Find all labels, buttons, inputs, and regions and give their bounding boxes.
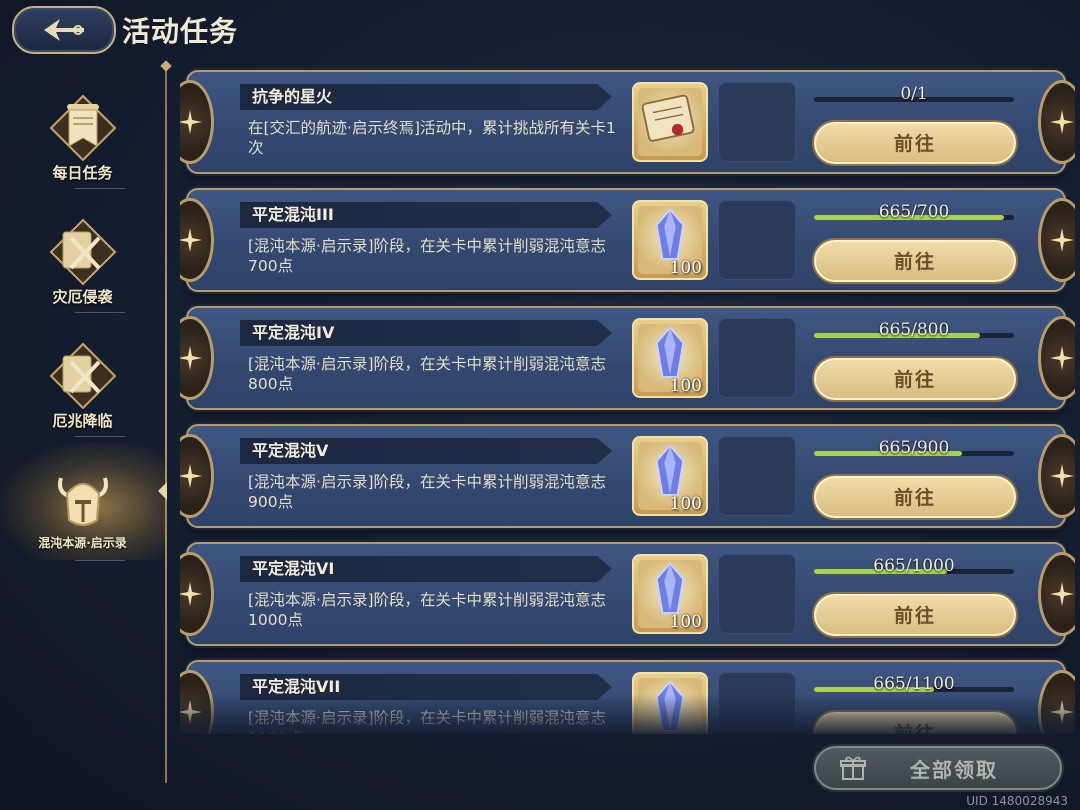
crossed-swords-scroll-icon [47, 340, 119, 412]
sidebar-item-label: 灾厄侵袭 [52, 288, 113, 306]
page-title: 活动任务 [122, 15, 239, 48]
sidebar-item-disaster-invasion[interactable]: 灾厄侵袭 [0, 194, 165, 312]
star-ornament-icon [180, 80, 214, 164]
claim-all-button[interactable]: 全部领取 [814, 746, 1062, 790]
reward-slot-empty [718, 200, 796, 280]
task-card: 平定混沌III [混沌本源·启示录]阶段，在关卡中累计削弱混沌意志700点 10… [180, 188, 1075, 292]
star-ornament-icon [1038, 198, 1075, 282]
task-name: 平定混沌III [240, 202, 612, 228]
star-ornament-icon [180, 670, 214, 734]
reward-item[interactable] [632, 82, 708, 162]
star-ornament-icon [180, 434, 214, 518]
star-ornament-icon [1038, 552, 1075, 636]
divider [75, 436, 125, 437]
sidebar-border [165, 68, 167, 783]
task-card: 平定混沌IV [混沌本源·启示录]阶段，在关卡中累计削弱混沌意志800点 100… [180, 306, 1075, 410]
task-description: 在[交汇的航迹·启示终焉]活动中，累计挑战所有关卡1次 [248, 119, 616, 157]
task-description: [混沌本源·启示录]阶段，在关卡中累计削弱混沌意志1100点 [248, 709, 607, 734]
task-name: 平定混沌VI [240, 556, 612, 582]
gift-icon [840, 756, 866, 780]
reward-count: 100 [669, 494, 702, 514]
go-button[interactable]: 前往 [814, 240, 1016, 282]
scroll-letter-icon [641, 94, 695, 142]
go-button[interactable]: 前往 [814, 122, 1016, 164]
crystal-icon [655, 680, 685, 732]
reward-item[interactable]: 100 [632, 436, 708, 516]
reward-slot-empty [718, 436, 796, 516]
reward-slot-empty [718, 672, 796, 734]
divider [75, 560, 125, 561]
reward-item[interactable]: 100 [632, 554, 708, 634]
progress-text: 665/1100 [873, 674, 955, 694]
divider [75, 312, 125, 313]
sidebar-item-chaos-origin[interactable]: 混沌本源·启示录 [0, 442, 165, 560]
sidebar-item-omen-arrival[interactable]: 厄兆降临 [0, 318, 165, 436]
claim-all-label: 全部领取 [910, 757, 998, 782]
star-ornament-icon [1038, 434, 1075, 518]
go-button[interactable]: 前往 [814, 594, 1016, 636]
divider [75, 188, 125, 189]
task-name: 平定混沌IV [240, 320, 612, 346]
reward-item[interactable]: 100 [632, 672, 708, 734]
task-card: 平定混沌VII [混沌本源·启示录]阶段，在关卡中累计削弱混沌意志1100点 1… [180, 660, 1075, 734]
go-button[interactable]: 前往 [814, 712, 1016, 734]
task-description: [混沌本源·启示录]阶段，在关卡中累计削弱混沌意志1000点 [248, 591, 607, 629]
reward-slot-empty [718, 318, 796, 398]
sidebar-item-label: 厄兆降临 [52, 412, 113, 430]
task-name: 平定混沌Ⅴ [240, 438, 612, 464]
star-ornament-icon [1038, 670, 1075, 734]
task-description: [混沌本源·启示录]阶段，在关卡中累计削弱混沌意志700点 [248, 237, 607, 275]
progress-text: 665/900 [878, 438, 950, 458]
task-list[interactable]: 抗争的星火 在[交汇的航迹·启示终焉]活动中，累计挑战所有关卡1次 0/1 前往… [180, 66, 1075, 734]
star-ornament-icon [180, 316, 214, 400]
star-ornament-icon [180, 198, 214, 282]
task-description: [混沌本源·启示录]阶段，在关卡中累计削弱混沌意志900点 [248, 473, 607, 511]
go-button[interactable]: 前往 [814, 358, 1016, 400]
reward-count: 100 [669, 376, 702, 396]
reward-slot-empty [718, 82, 796, 162]
progress-text: 0/1 [900, 84, 928, 104]
task-card: 平定混沌VI [混沌本源·启示录]阶段，在关卡中累计削弱混沌意志1000点 10… [180, 542, 1075, 646]
scroll-banner-icon [47, 92, 119, 164]
go-button[interactable]: 前往 [814, 476, 1016, 518]
task-name: 平定混沌VII [240, 674, 612, 700]
reward-count: 100 [670, 730, 702, 734]
sidebar-item-label: 每日任务 [52, 164, 113, 182]
active-indicator [158, 482, 167, 500]
progress-text: 665/700 [878, 202, 950, 222]
reward-count: 100 [669, 258, 702, 278]
sidebar: 每日任务 灾厄侵袭 厄兆降临 混沌本源·启示录 [0, 70, 170, 810]
sidebar-item-daily-tasks[interactable]: 每日任务 [0, 70, 165, 188]
reward-item[interactable]: 100 [632, 318, 708, 398]
uid-label: UID 1480028943 [966, 794, 1068, 808]
reward-count: 100 [669, 612, 702, 632]
task-card: 抗争的星火 在[交汇的航迹·启示终焉]活动中，累计挑战所有关卡1次 0/1 前往 [180, 70, 1075, 174]
progress-text: 665/1000 [873, 556, 955, 576]
sidebar-item-label: 混沌本源·启示录 [38, 536, 127, 550]
star-ornament-icon [180, 552, 214, 636]
task-description: [混沌本源·启示录]阶段，在关卡中累计削弱混沌意志800点 [248, 355, 607, 393]
crossed-swords-scroll-icon [47, 216, 119, 288]
reward-item[interactable]: 100 [632, 200, 708, 280]
task-card: 平定混沌Ⅴ [混沌本源·启示录]阶段，在关卡中累计削弱混沌意志900点 100 … [180, 424, 1075, 528]
task-name: 抗争的星火 [240, 84, 612, 110]
horned-helmet-icon [47, 464, 119, 536]
reward-slot-empty [718, 554, 796, 634]
star-ornament-icon [1038, 316, 1075, 400]
star-ornament-icon [1038, 80, 1075, 164]
back-button[interactable] [12, 6, 116, 54]
back-arrow-icon [44, 19, 84, 41]
progress-text: 665/800 [878, 320, 950, 340]
